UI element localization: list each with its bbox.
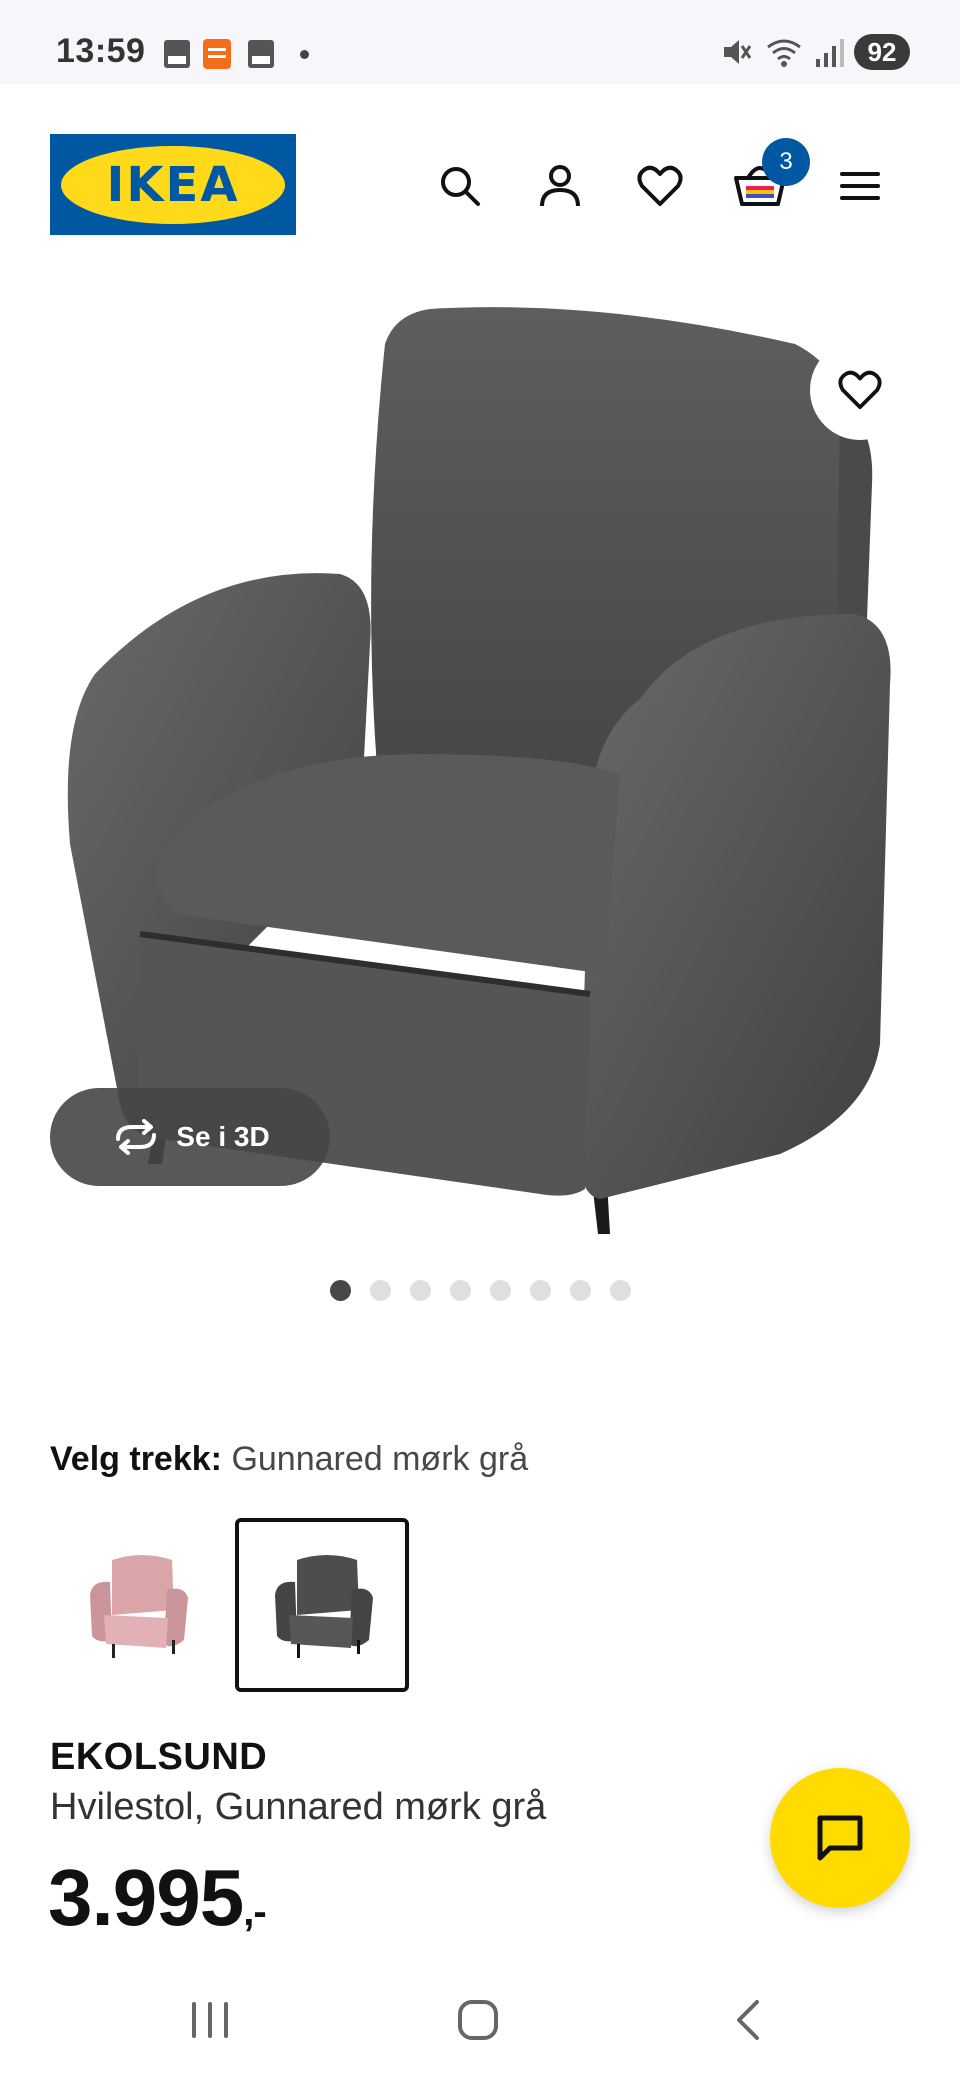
product-price: 3.995,- [48,1852,267,1944]
grey-armchair-thumbnail [275,1555,373,1658]
variant-label: Velg trekk: Gunnared mørk grå [50,1440,528,1479]
pdf-icon [248,40,274,68]
carousel-dot[interactable] [449,1280,471,1301]
logo-oval: IKEA [61,145,285,224]
product-name: EKOLSUND [50,1736,268,1778]
variant-label-value: Gunnared mørk grå [231,1440,529,1478]
recent-apps-button[interactable] [180,1990,240,2050]
chat-icon [817,1815,863,1861]
carousel-dot[interactable] [569,1280,591,1301]
variant-swatch-dark-grey[interactable] [235,1518,409,1692]
home-button[interactable] [448,1990,508,2050]
view-in-3d-label: Se i 3D [176,1121,270,1152]
wifi-icon [767,39,801,67]
chat-button[interactable] [770,1768,910,1908]
temu-icon [203,39,231,69]
carousel-dot[interactable] [489,1280,511,1301]
status-time: 13:59 [56,32,146,70]
search-icon[interactable] [436,162,484,210]
signal-icon [816,39,844,67]
menu-icon[interactable] [836,162,884,210]
carousel-dot[interactable] [329,1280,351,1301]
carousel-dot[interactable] [369,1280,391,1301]
variant-swatch-pink[interactable] [50,1518,224,1692]
rotate-3d-icon [116,1119,157,1155]
heart-icon[interactable] [636,162,684,210]
logo-text: IKEA [106,156,240,213]
system-status: 92 [720,34,910,70]
add-to-favourites-button[interactable] [810,340,910,440]
price-amount: 3.995 [48,1853,244,1942]
home-icon [458,2000,498,2040]
carousel-dot[interactable] [609,1280,631,1301]
status-bar: 13:59 92 [0,0,960,84]
variant-label-key: Velg trekk: [50,1440,222,1478]
carousel-dot[interactable] [409,1280,431,1301]
ikea-logo[interactable]: IKEA [50,134,296,235]
more-notifications-dot [300,50,309,59]
pdf-icon [164,40,190,68]
carousel-dot[interactable] [529,1280,551,1301]
battery-indicator: 92 [854,34,910,70]
price-suffix: ,- [243,1890,266,1934]
back-button[interactable] [718,1990,778,2050]
back-icon [737,2000,759,2040]
system-navigation-bar [0,1960,960,2080]
product-description: Hvilestol, Gunnared mørk grå [50,1786,547,1828]
heart-icon [838,370,882,410]
account-icon[interactable] [536,162,584,210]
view-in-3d-button[interactable]: Se i 3D [50,1088,330,1186]
mute-icon [724,40,752,64]
recent-apps-icon [192,2002,228,2038]
site-header: IKEA 3 [0,84,960,284]
pink-armchair-thumbnail [90,1555,188,1658]
image-carousel-dots [0,1280,960,1301]
product-image[interactable]: Se i 3D [0,284,960,1244]
cart-count-badge: 3 [762,138,810,186]
